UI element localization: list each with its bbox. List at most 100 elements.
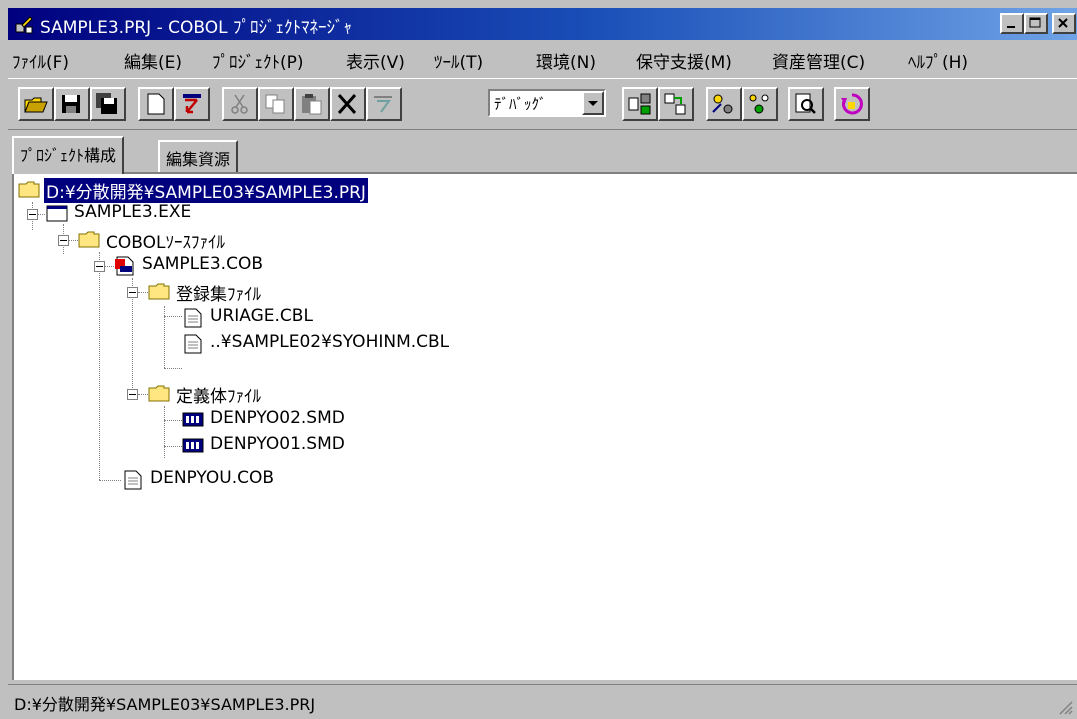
collapse-toggle-def-folder[interactable] (127, 389, 138, 400)
menu-view[interactable]: 表示(V) (346, 48, 405, 73)
close-icon (1058, 18, 1068, 28)
maximize-icon (1029, 17, 1041, 28)
tree-connector (138, 292, 148, 293)
build-mode-select[interactable]: ﾃﾞﾊﾞｯｸﾞ (488, 89, 606, 117)
tab-project-structure-label: ﾌﾟﾛｼﾞｪｸﾄ構成 (20, 146, 117, 165)
menu-edit[interactable]: 編集(E) (124, 48, 182, 73)
tree-node-label: SAMPLE3.EXE (74, 202, 192, 222)
dependency-icon (374, 96, 392, 113)
delete-icon (337, 94, 357, 114)
project-tree[interactable]: D:¥分散開発¥SAMPLE03¥SAMPLE3.PRJ SAMPLE3.EXE… (12, 172, 1077, 680)
build-button[interactable] (658, 87, 694, 121)
chevron-down-icon (588, 101, 598, 106)
compile-button[interactable] (622, 87, 658, 121)
status-bar: D:¥分散開発¥SAMPLE03¥SAMPLE3.PRJ (8, 684, 1077, 719)
app-window: SAMPLE3.PRJ - COBOL ﾌﾟﾛｼﾞｪｸﾄﾏﾈｰｼﾞｬ ﾌｧｲﾙ(… (0, 0, 1077, 718)
main-program-icon (115, 256, 134, 276)
tab-edit-resources[interactable]: 編集資源 (158, 140, 239, 172)
tree-connector (164, 446, 182, 447)
screen-form-icon (182, 412, 204, 427)
delete-button[interactable] (330, 87, 366, 121)
title-bar[interactable]: SAMPLE3.PRJ - COBOL ﾌﾟﾛｼﾞｪｸﾄﾏﾈｰｼﾞｬ (8, 8, 1077, 40)
tree-connector (99, 480, 121, 481)
menu-tools[interactable]: ﾂｰﾙ(T) (434, 48, 483, 73)
build-mode-value: ﾃﾞﾊﾞｯｸﾞ (494, 95, 547, 113)
run-button[interactable] (834, 87, 870, 121)
save-icon (62, 95, 80, 113)
resize-grip-icon[interactable] (1057, 699, 1073, 715)
new-button[interactable] (138, 87, 174, 121)
screen-form-icon (182, 438, 204, 453)
menu-file[interactable]: ﾌｧｲﾙ(F) (12, 48, 69, 73)
cut-icon (231, 94, 248, 114)
tree-connector (99, 252, 100, 480)
toolbar: ﾃﾞﾊﾞｯｸﾞ (8, 78, 1077, 130)
menu-environment[interactable]: 環境(N) (536, 48, 596, 73)
folder-icon (78, 231, 100, 248)
paste-icon (302, 94, 322, 115)
menu-help[interactable]: ﾍﾙﾌﾟ(H) (908, 48, 968, 73)
dependency-button[interactable] (366, 87, 402, 121)
tree-node-label: ..¥SAMPLE02¥SYOHINM.CBL (210, 332, 450, 352)
window-exe-icon (46, 205, 68, 222)
tab-project-structure[interactable]: ﾌﾟﾛｼﾞｪｸﾄ構成 (12, 136, 125, 174)
tree-connector (164, 420, 182, 421)
collapse-toggle-cobol-folder[interactable] (58, 235, 69, 246)
dropdown-button[interactable] (582, 91, 604, 115)
rebuild-button[interactable] (706, 87, 742, 121)
document-icon (184, 308, 202, 328)
status-text: D:¥分散開発¥SAMPLE03¥SAMPLE3.PRJ (14, 695, 316, 714)
tree-node-label: 定義体ﾌｧｲﾙ (176, 387, 261, 407)
tree-connector (138, 394, 148, 395)
tree-node-label: 登録集ﾌｧｲﾙ (176, 285, 261, 305)
build-icon (664, 93, 686, 115)
tree-connector (68, 240, 78, 241)
tab-edit-resources-label: 編集資源 (166, 150, 231, 169)
copy-button[interactable] (258, 87, 294, 121)
add-file-icon (183, 94, 201, 114)
minimize-button[interactable] (1000, 13, 1024, 34)
save-button[interactable] (54, 87, 90, 121)
copy-icon (265, 94, 285, 114)
tree-connector (164, 368, 182, 369)
project-manager-icon (15, 16, 33, 34)
open-button[interactable] (18, 87, 54, 121)
tree-node-label: D:¥分散開発¥SAMPLE03¥SAMPLE3.PRJ (43, 177, 369, 204)
tree-node-label: URIAGE.CBL (210, 306, 313, 326)
menu-assets[interactable]: 資産管理(C) (772, 48, 865, 73)
cut-button[interactable] (222, 87, 258, 121)
folder-icon (148, 283, 170, 300)
collapse-toggle-copy-folder[interactable] (127, 287, 138, 298)
menu-maintenance[interactable]: 保守支援(M) (636, 48, 732, 73)
close-button[interactable] (1052, 13, 1076, 34)
compile-icon (628, 93, 651, 115)
tree-node-label: SAMPLE3.COB (142, 254, 264, 274)
paste-button[interactable] (294, 87, 330, 121)
menu-bar: ﾌｧｲﾙ(F) 編集(E) ﾌﾟﾛｼﾞｪｸﾄ(P) 表示(V) ﾂｰﾙ(T) 環… (8, 44, 1077, 74)
save-all-button[interactable] (90, 87, 126, 121)
save-all-icon (96, 93, 117, 114)
tree-node-label: COBOLｿｰｽﾌｧｲﾙ (106, 233, 225, 253)
add-file-button[interactable] (174, 87, 210, 121)
window-title: SAMPLE3.PRJ - COBOL ﾌﾟﾛｼﾞｪｸﾄﾏﾈｰｼﾞｬ (40, 18, 352, 38)
maximize-button[interactable] (1024, 13, 1048, 34)
tree-node-label: DENPYOU.COB (150, 468, 275, 488)
document-icon (124, 470, 142, 490)
new-icon (147, 93, 165, 115)
tree-node-label: DENPYO02.SMD (210, 408, 345, 428)
folder-icon (18, 181, 40, 198)
document-icon (184, 334, 202, 354)
tree-connector (37, 214, 45, 215)
find-button[interactable] (788, 87, 824, 121)
collapse-toggle-sample3-cob[interactable] (94, 261, 105, 272)
link-button[interactable] (742, 87, 778, 121)
open-icon (24, 97, 48, 113)
menu-project[interactable]: ﾌﾟﾛｼﾞｪｸﾄ(P) (212, 48, 304, 73)
link-icon (749, 94, 769, 114)
folder-icon (148, 385, 170, 402)
run-icon (841, 93, 863, 115)
find-icon (795, 93, 816, 114)
collapse-toggle-exe[interactable] (27, 209, 38, 220)
tree-connector (164, 406, 165, 458)
tree-connector (104, 266, 114, 267)
